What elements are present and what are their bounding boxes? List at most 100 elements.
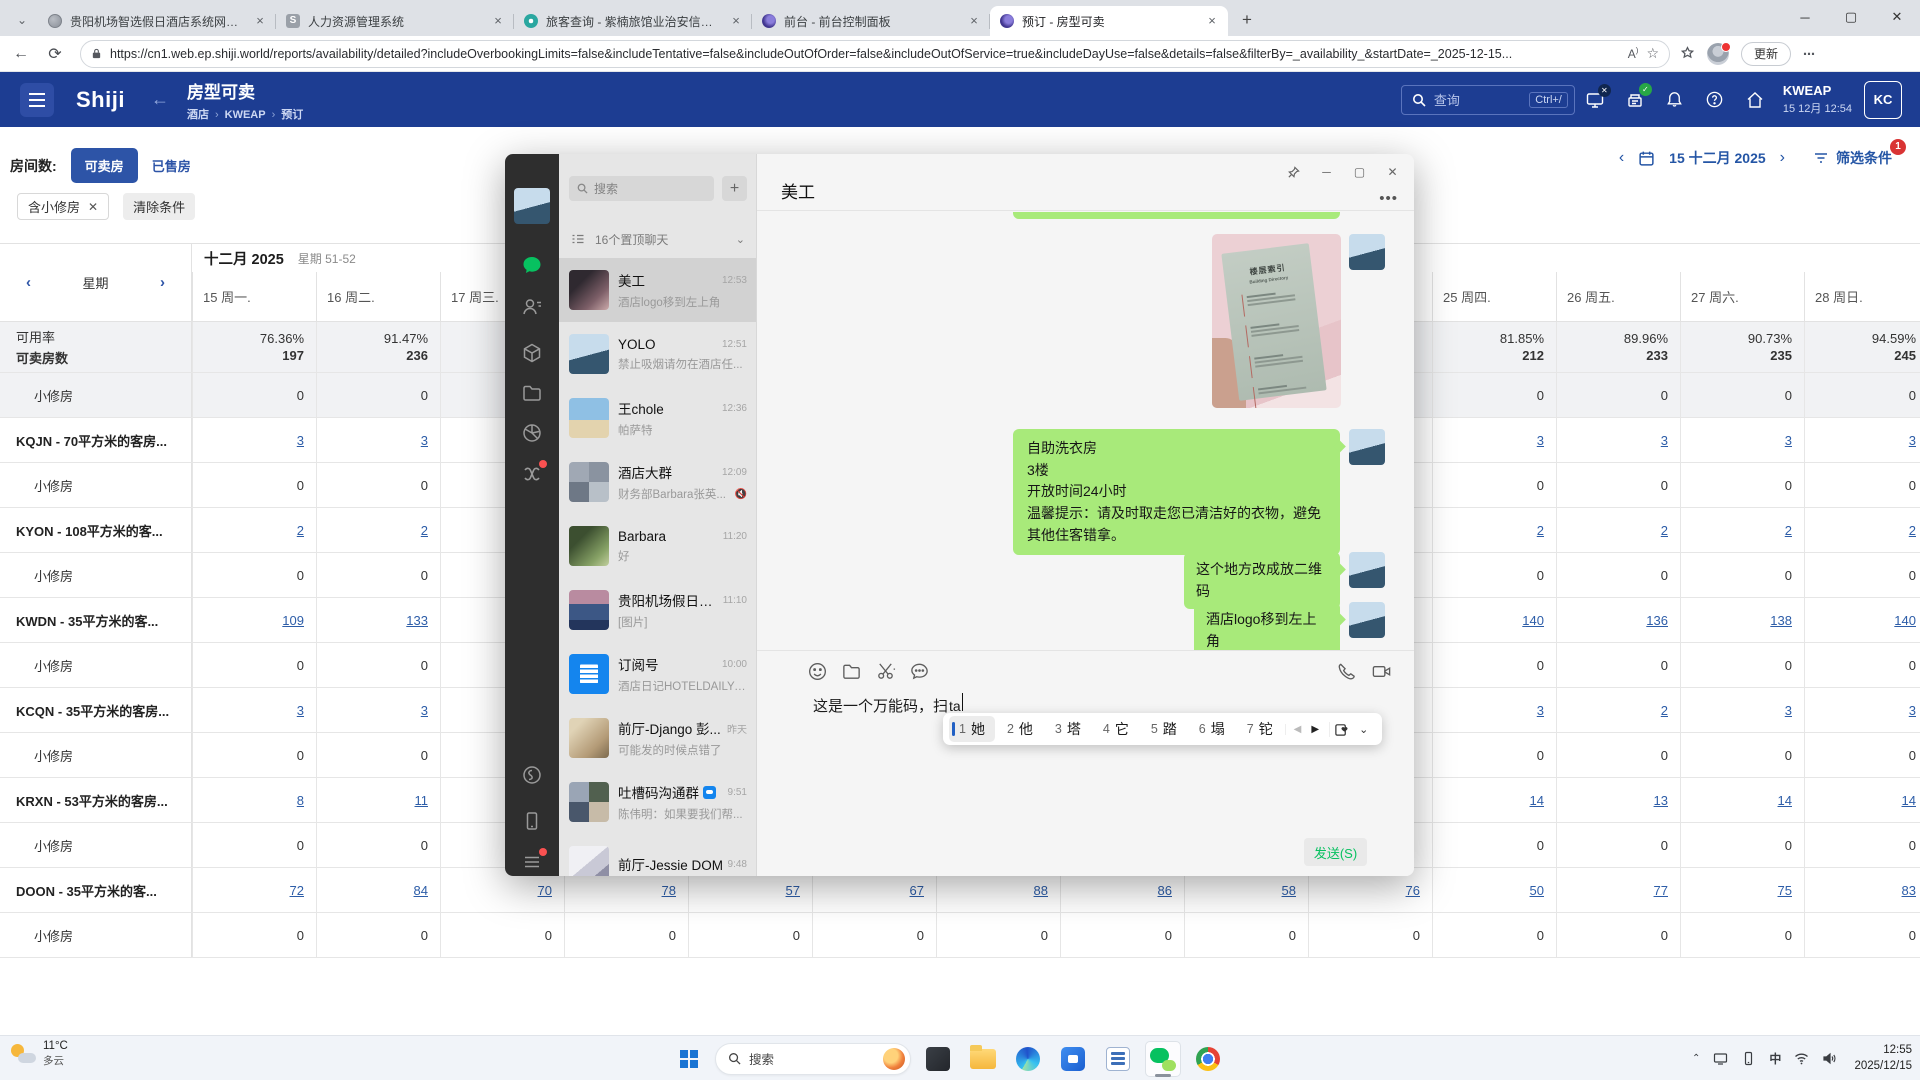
taskbar-app-wechat[interactable] xyxy=(1145,1041,1181,1077)
url-field[interactable]: https://cn1.web.ep.shiji.world/reports/a… xyxy=(80,40,1670,68)
conversation-more-icon[interactable]: ••• xyxy=(1379,190,1398,207)
row-label[interactable]: KQJN - 70平方米的客房... xyxy=(0,418,192,462)
display-icon[interactable] xyxy=(1713,1051,1728,1066)
cell-value[interactable]: 76 xyxy=(1406,883,1420,898)
help-icon[interactable] xyxy=(1695,80,1735,120)
more-icon[interactable] xyxy=(521,851,543,873)
self-avatar[interactable] xyxy=(514,188,550,224)
chip-include-repair[interactable]: 含小修房✕ xyxy=(17,193,109,220)
current-date[interactable]: 15 十二月 2025 xyxy=(1669,148,1766,168)
breadcrumb-property[interactable]: KWEAP xyxy=(225,109,266,121)
cell-value[interactable]: 140 xyxy=(1522,613,1544,628)
cell-value[interactable]: 14 xyxy=(1902,793,1916,808)
breadcrumb-booking[interactable]: 预订 xyxy=(281,109,303,121)
cell-value[interactable]: 67 xyxy=(910,883,924,898)
page-back-icon[interactable]: ← xyxy=(151,89,169,110)
ime-next-page-icon[interactable]: ▶ xyxy=(1311,724,1319,735)
taskbar-app-dark-app[interactable] xyxy=(920,1041,956,1077)
breadcrumb-hotel[interactable]: 酒店 xyxy=(187,109,209,121)
tab-search-chevron-icon[interactable]: ⌄ xyxy=(8,6,36,34)
chip-remove-icon[interactable]: ✕ xyxy=(88,200,98,214)
row-label[interactable]: KYON - 108平方米的客... xyxy=(0,508,192,552)
cell-value[interactable]: 2 xyxy=(421,523,428,538)
taskbar-app-blue-app[interactable] xyxy=(1055,1041,1091,1077)
global-search-input[interactable]: 查询 Ctrl+/ xyxy=(1401,85,1575,115)
phone-link-icon[interactable] xyxy=(1741,1051,1756,1066)
browser-menu-icon[interactable]: ⋯ xyxy=(1803,47,1817,61)
cell-value[interactable]: 3 xyxy=(1661,433,1668,448)
wechat-search-input[interactable]: 搜索 xyxy=(569,176,714,201)
cell-value[interactable]: 2 xyxy=(1785,523,1792,538)
cell-value[interactable]: 2 xyxy=(1661,523,1668,538)
wechat-maximize-icon[interactable]: ▢ xyxy=(1348,162,1371,182)
cell-value[interactable]: 138 xyxy=(1770,613,1792,628)
taskbar-clock[interactable]: 12:55 2025/12/15 xyxy=(1854,1043,1912,1074)
row-label[interactable]: KRXN - 53平方米的客房... xyxy=(0,778,192,822)
hidden-icons-chevron[interactable]: ⌃ xyxy=(1692,1053,1700,1064)
moments-icon[interactable] xyxy=(521,422,543,444)
cell-value[interactable]: 58 xyxy=(1282,883,1296,898)
browser-tab[interactable]: 预订 - 房型可卖× xyxy=(990,6,1228,36)
row-label[interactable]: DOON - 35平方米的客... xyxy=(0,868,192,912)
cell-value[interactable]: 136 xyxy=(1646,613,1668,628)
taskbar-app-edge[interactable] xyxy=(1010,1041,1046,1077)
workstation-icon[interactable]: ✕ xyxy=(1575,80,1615,120)
next-date-icon[interactable]: › xyxy=(1780,149,1785,167)
cell-value[interactable]: 78 xyxy=(662,883,676,898)
video-call-icon[interactable] xyxy=(1371,661,1392,682)
ime-candidate[interactable]: 1她 xyxy=(949,716,995,742)
home-icon[interactable] xyxy=(1735,80,1775,120)
cell-value[interactable]: 3 xyxy=(1537,703,1544,718)
cell-value[interactable]: 84 xyxy=(414,883,428,898)
back-icon[interactable]: ← xyxy=(8,41,34,67)
tab-close-icon[interactable]: × xyxy=(1204,13,1220,29)
collections-icon[interactable] xyxy=(521,342,543,364)
ime-emoji-panel-icon[interactable] xyxy=(1334,722,1349,737)
screenshot-icon[interactable] xyxy=(875,661,896,682)
chat-list-item[interactable]: 王chole12:36帕萨特 xyxy=(559,386,757,450)
emoji-icon[interactable] xyxy=(807,661,828,682)
file-icon[interactable] xyxy=(841,661,862,682)
cell-value[interactable]: 3 xyxy=(1785,433,1792,448)
cell-value[interactable]: 3 xyxy=(297,703,304,718)
chat-list-item[interactable]: 前厅-Jessie DOM9:48 xyxy=(559,834,757,876)
avatar[interactable] xyxy=(1349,552,1385,588)
cell-value[interactable]: 140 xyxy=(1894,613,1916,628)
cell-value[interactable]: 83 xyxy=(1902,883,1916,898)
cell-value[interactable]: 3 xyxy=(1537,433,1544,448)
cell-value[interactable]: 2 xyxy=(1909,523,1916,538)
cell-value[interactable]: 86 xyxy=(1158,883,1172,898)
cell-value[interactable]: 3 xyxy=(1785,703,1792,718)
taskbar-app-pos-app[interactable] xyxy=(1100,1041,1136,1077)
taskbar-weather[interactable]: 11°C 多云 xyxy=(10,1040,68,1068)
cell-value[interactable]: 75 xyxy=(1778,883,1792,898)
maximize-button[interactable]: ▢ xyxy=(1828,0,1874,34)
close-button[interactable]: ✕ xyxy=(1874,0,1920,34)
row-label[interactable]: KCQN - 35平方米的客房... xyxy=(0,688,192,732)
avatar[interactable] xyxy=(1349,429,1385,465)
avatar[interactable]: KC xyxy=(1864,81,1902,119)
row-label[interactable]: KWDN - 35平方米的客... xyxy=(0,598,192,642)
ime-candidate[interactable]: 6塌 xyxy=(1189,716,1235,742)
avatar[interactable] xyxy=(1349,234,1385,270)
cell-value[interactable]: 13 xyxy=(1654,793,1668,808)
cell-value[interactable]: 3 xyxy=(1909,433,1916,448)
ime-candidate[interactable]: 3塔 xyxy=(1045,716,1091,742)
refresh-icon[interactable]: ⟳ xyxy=(42,41,68,67)
chats-icon[interactable] xyxy=(521,254,543,276)
browser-tab[interactable]: 贵阳机场智选假日酒店系统网址导× xyxy=(38,6,276,36)
tab-close-icon[interactable]: × xyxy=(490,13,506,29)
chat-list-item[interactable]: 吐槽码沟通群9:51陈伟明：如果要我们帮... xyxy=(559,770,757,834)
new-chat-button[interactable]: + xyxy=(722,176,747,201)
cell-value[interactable]: 3 xyxy=(421,703,428,718)
ime-indicator[interactable]: 中 xyxy=(1769,1050,1781,1067)
browser-tab[interactable]: 人力资源管理系统× xyxy=(276,6,514,36)
browser-profile-avatar[interactable] xyxy=(1707,43,1729,65)
send-button[interactable]: 发送(S) xyxy=(1304,838,1367,866)
bell-icon[interactable] xyxy=(1655,80,1695,120)
user-block[interactable]: KWEAP 15 12月 12:54 xyxy=(1783,83,1852,116)
chat-history-icon[interactable] xyxy=(909,661,930,682)
cell-value[interactable]: 3 xyxy=(297,433,304,448)
favorite-star-icon[interactable]: ☆ xyxy=(1646,45,1659,62)
cell-value[interactable]: 77 xyxy=(1654,883,1668,898)
